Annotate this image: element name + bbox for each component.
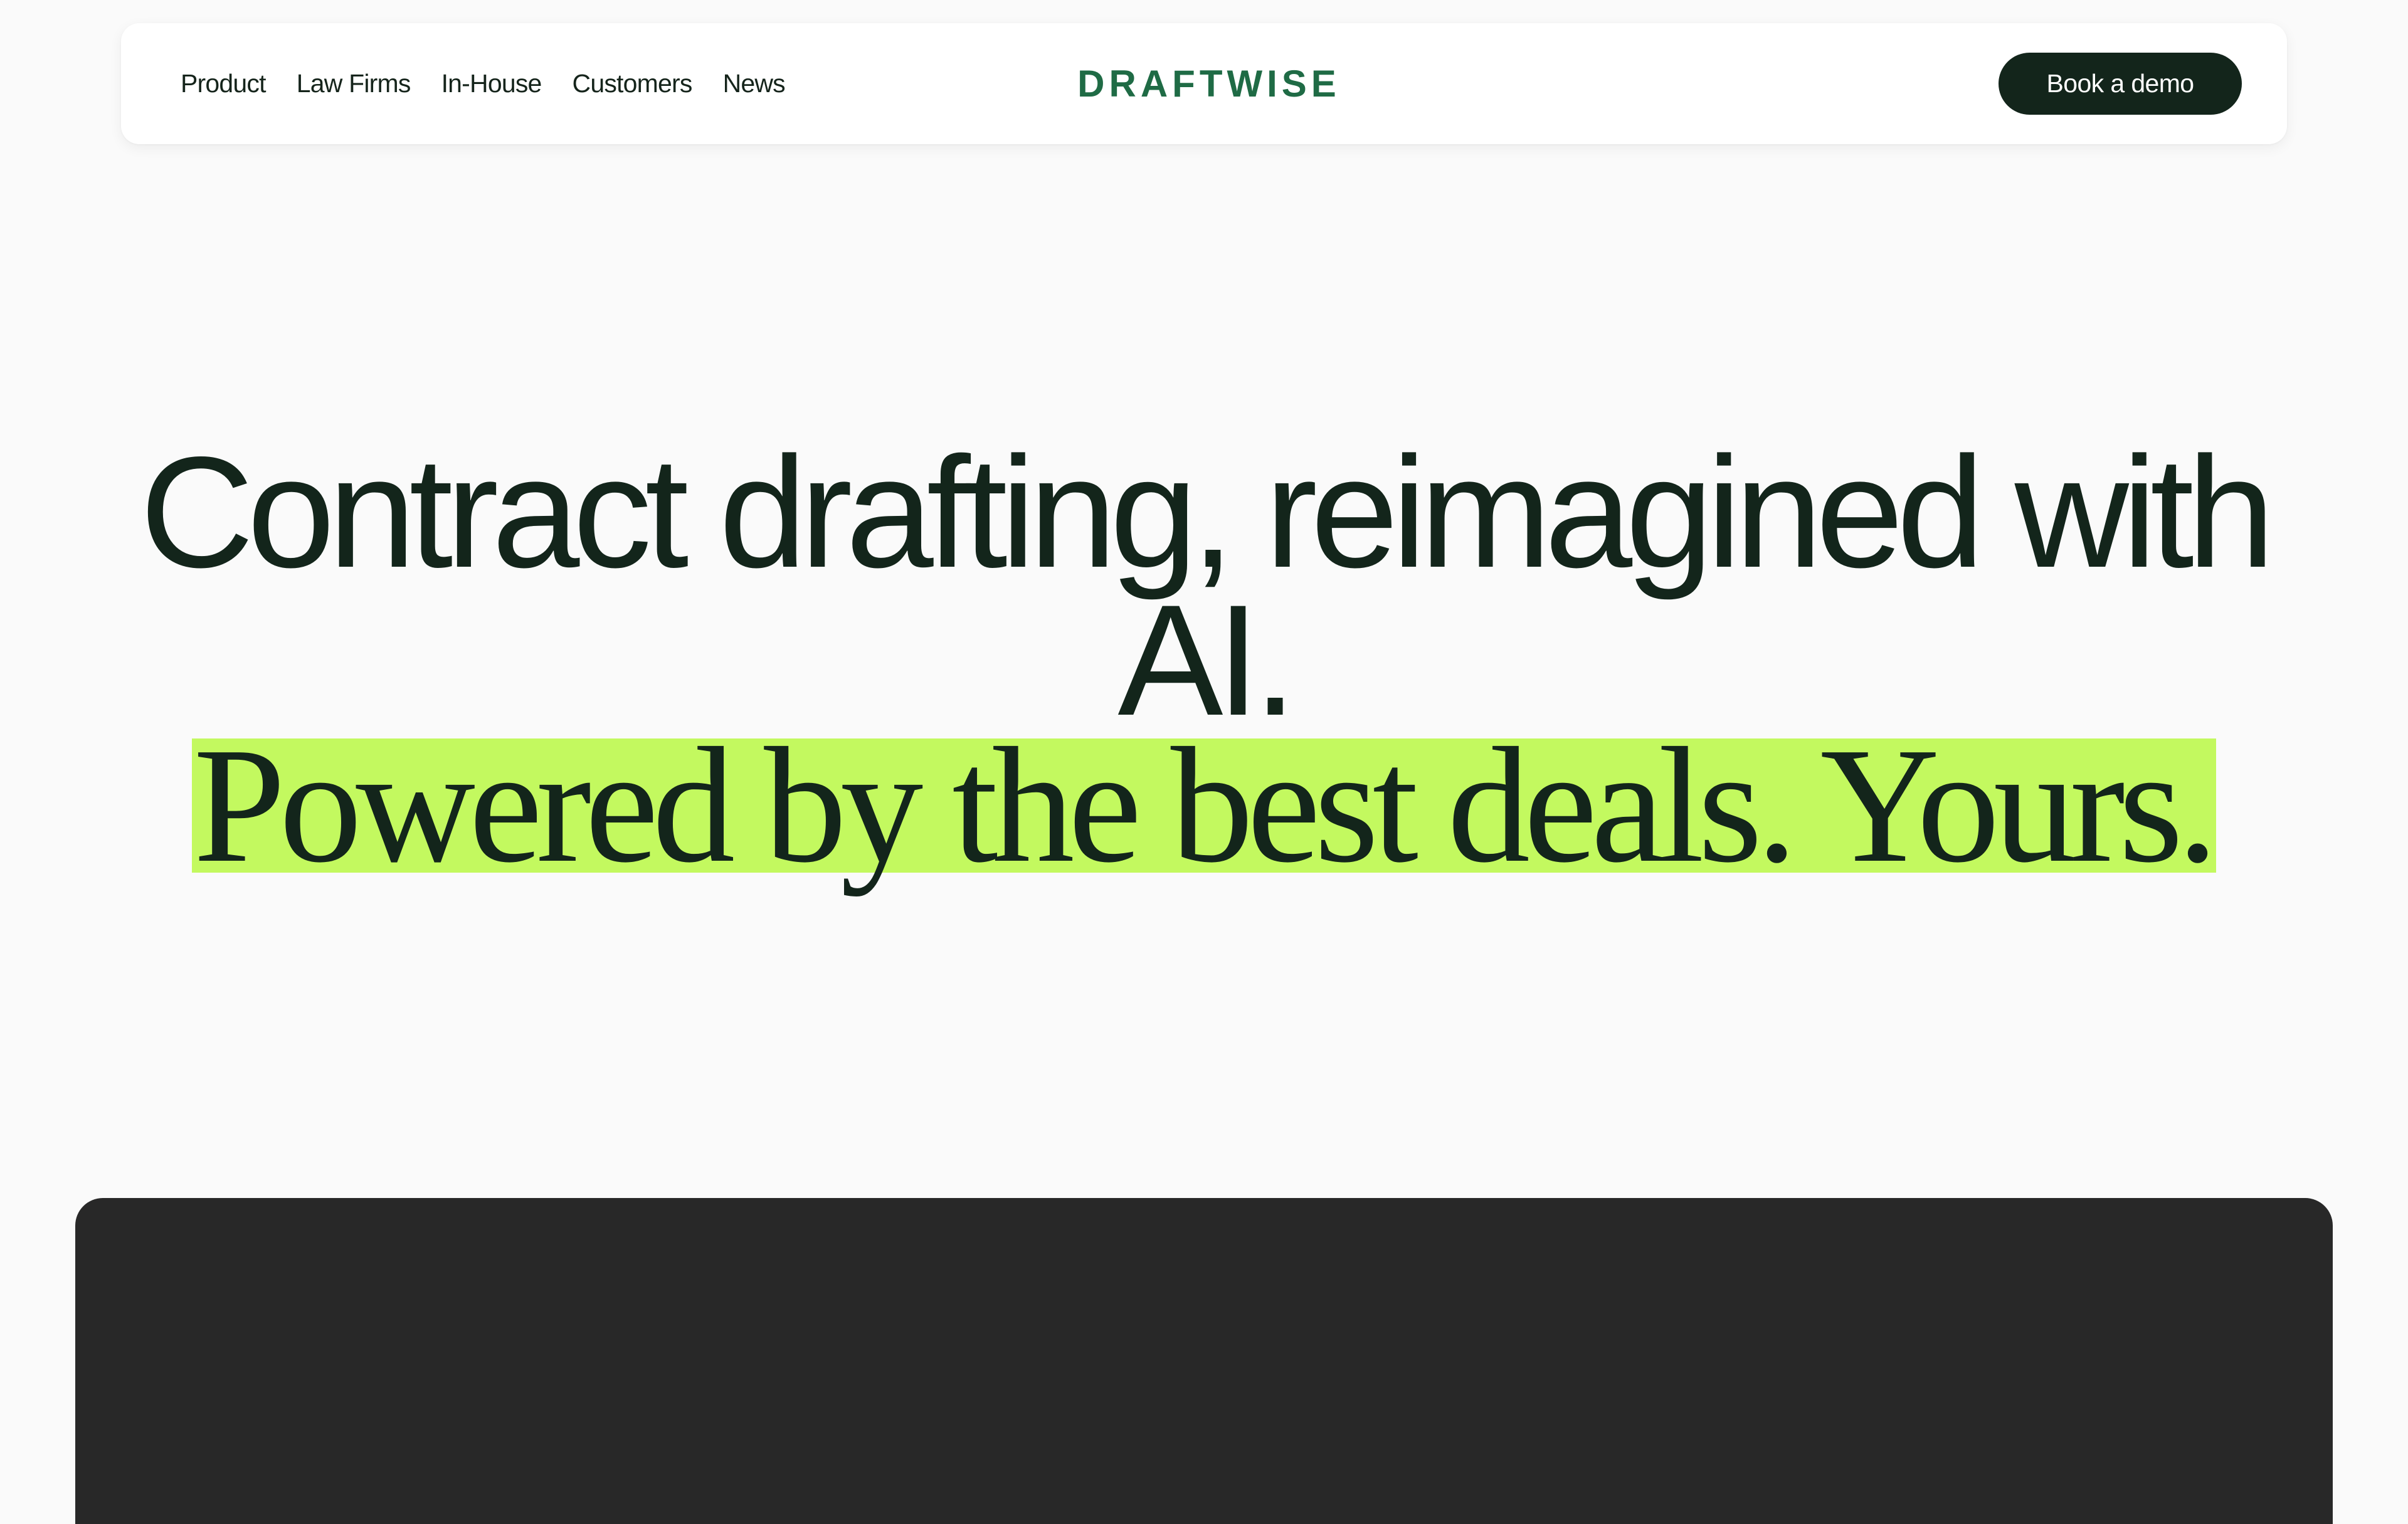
draftwise-logo[interactable]: DRAFTWISE [1074, 23, 1344, 144]
nav-link-customers[interactable]: Customers [573, 69, 693, 98]
nav-links: Product Law Firms In-House Customers New… [181, 23, 786, 144]
logo-text: DRAFTWISE [1077, 63, 1341, 105]
product-media-panel [75, 1198, 2333, 1524]
nav-link-in-house[interactable]: In-House [441, 69, 542, 98]
hero-subtitle: Powered by the best deals. Yours. [192, 723, 2219, 888]
hero-section: Contract drafting, reimagined with AI. P… [0, 424, 2408, 889]
book-demo-button[interactable]: Book a demo [1999, 53, 2242, 115]
nav-link-law-firms[interactable]: Law Firms [297, 69, 411, 98]
nav-link-news[interactable]: News [723, 69, 786, 98]
hero-subtitle-wrap: Powered by the best deals. Yours. [0, 723, 2408, 888]
hero-title: Contract drafting, reimagined with AI. [140, 424, 2275, 749]
top-nav: Product Law Firms In-House Customers New… [121, 23, 2287, 144]
nav-link-product[interactable]: Product [181, 69, 267, 98]
